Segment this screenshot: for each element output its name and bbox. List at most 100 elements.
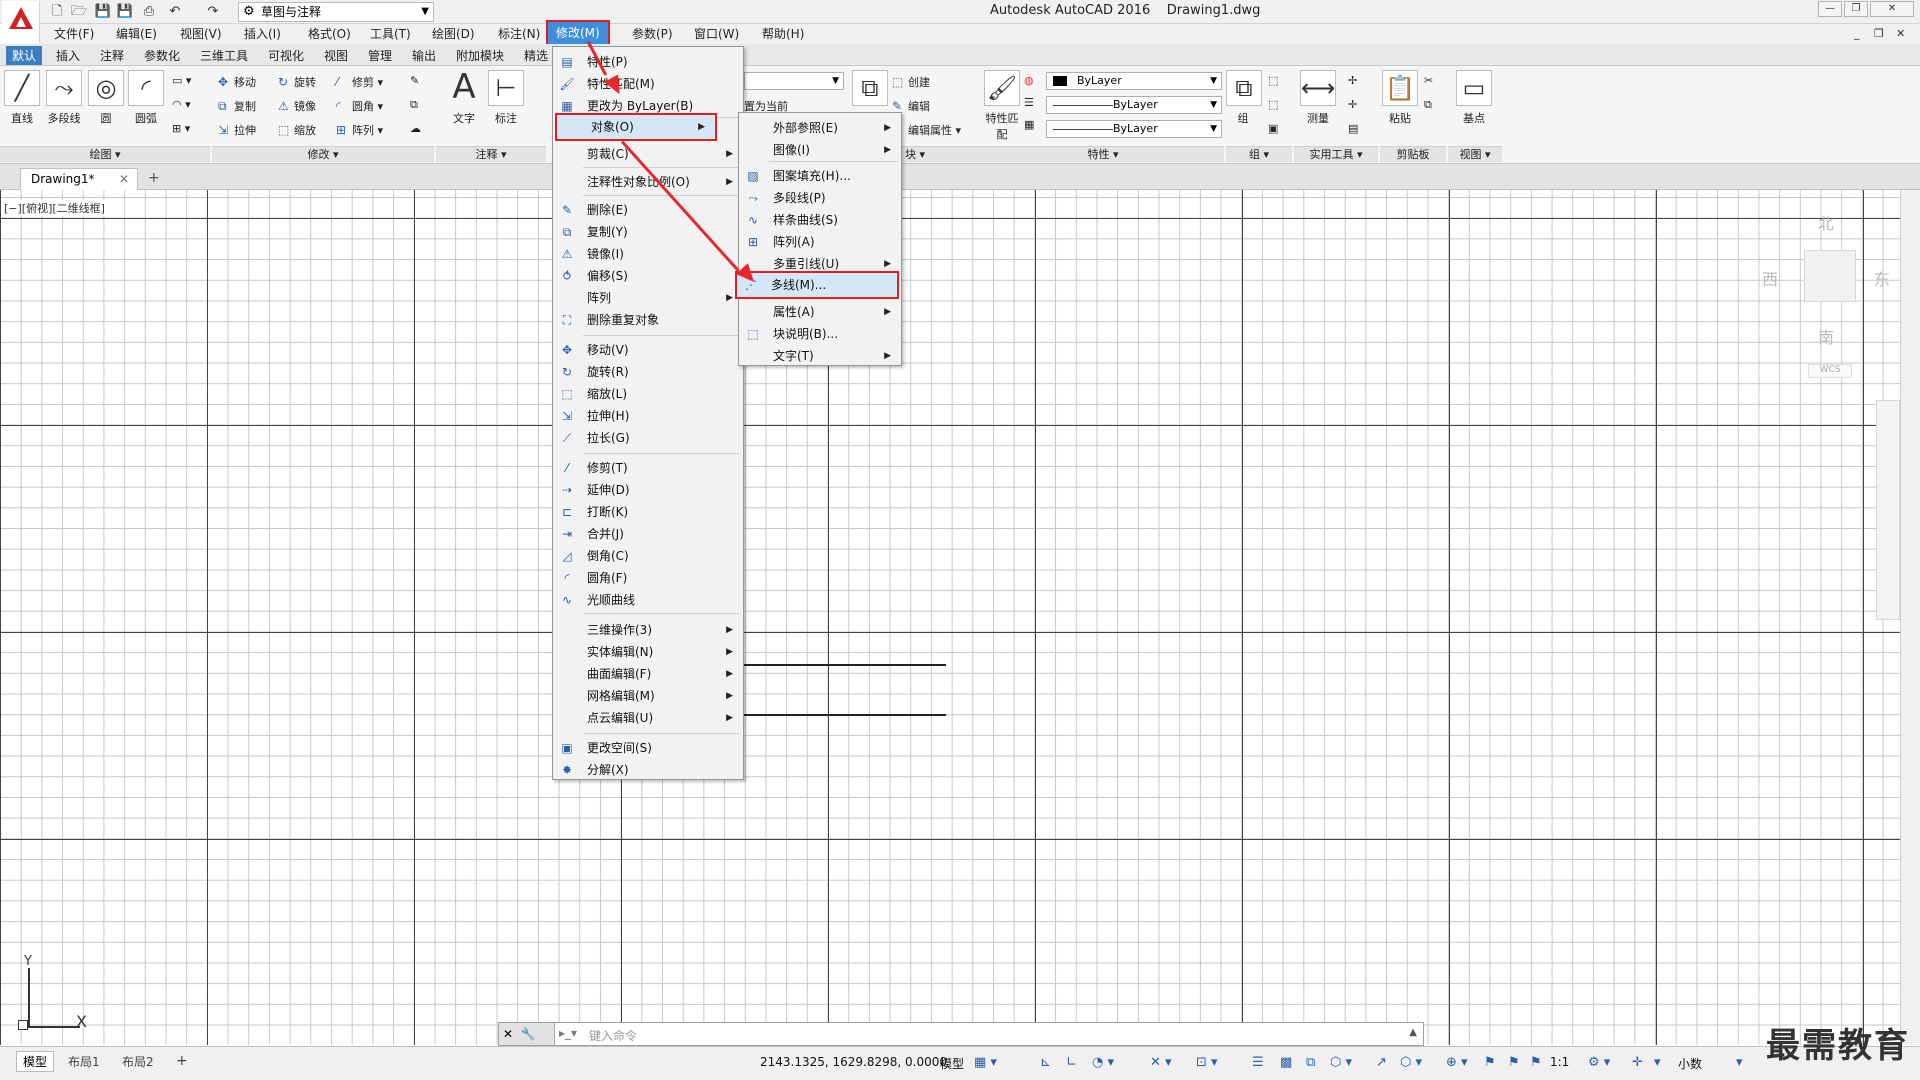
grid-icon[interactable]: ▦ ▾ — [974, 1055, 997, 1070]
polyline-button[interactable]: ⤳ 多段线 — [42, 70, 86, 126]
group-edit-icon[interactable]: ⬚ — [1268, 98, 1278, 111]
menu-help[interactable]: 帮助(H) — [762, 24, 804, 44]
osnap-icon[interactable]: ✕ ▾ — [1150, 1055, 1172, 1070]
object-menu-item[interactable]: 文字(T) ▶ — [739, 345, 901, 367]
paste-button[interactable]: 📋 粘贴 — [1380, 70, 1420, 126]
properties-panel-label[interactable]: 特性 ▾ — [982, 146, 1224, 162]
linetype-icon[interactable]: ☰ — [1024, 96, 1034, 109]
menu-format[interactable]: 格式(O) — [308, 24, 351, 44]
tab-default[interactable]: 默认 — [6, 46, 43, 65]
object-menu-item[interactable]: ⬚ 块说明(B)... — [739, 323, 901, 345]
annotation-visibility-icon[interactable]: ⚑ — [1484, 1055, 1496, 1070]
object-menu-item[interactable]: 属性(A) ▶ — [739, 301, 901, 323]
trim-button[interactable]: ⁄ 修剪 ▾ — [336, 74, 383, 90]
view-panel-label[interactable]: 视图 ▾ — [1448, 146, 1502, 162]
modify-menu-item[interactable]: ⊏ 打断(K) — [553, 501, 743, 523]
calculator-icon[interactable]: ▤ — [1348, 122, 1358, 135]
explode-small-icon[interactable]: ☁ — [410, 122, 421, 135]
menu-dimension[interactable]: 标注(N) — [498, 24, 540, 44]
lineweight-toggle-icon[interactable]: ☰ — [1252, 1055, 1264, 1070]
viewcube[interactable] — [1804, 250, 1856, 302]
modify-menu-item[interactable]: ⇢ 延伸(D) — [553, 479, 743, 501]
modify-menu-item[interactable]: ▤ 特性(P) — [553, 51, 743, 73]
doc-minimize-icon[interactable]: _ — [1854, 27, 1860, 40]
draw-panel-label[interactable]: 绘图 ▾ — [0, 146, 210, 162]
group-select-icon[interactable]: ▣ — [1268, 122, 1278, 135]
tab-3d-tools[interactable]: 三维工具 — [200, 47, 248, 64]
menu-modify[interactable]: 修改(M) — [546, 20, 610, 46]
object-menu-item[interactable]: ⊞ 阵列(A) — [739, 231, 901, 253]
tab-visualize[interactable]: 可视化 — [268, 47, 304, 64]
stretch-button[interactable]: ⇲ 拉伸 — [218, 122, 256, 138]
viewport-controls[interactable]: [−][俯视][二维线框] — [4, 200, 105, 216]
units-menu-icon[interactable]: ▾ — [1654, 1055, 1661, 1070]
modify-menu-item[interactable]: 对象(O) ▶ — [555, 113, 717, 141]
gizmo-icon[interactable]: ⊕ ▾ — [1446, 1055, 1468, 1070]
measure-button[interactable]: ⟷ 测量 — [1298, 70, 1338, 126]
modify-menu-item[interactable]: ⛶ 删除重复对象 — [553, 309, 743, 331]
object-menu-item[interactable]: 图像(I) ▶ — [739, 139, 901, 161]
modify-menu-item[interactable]: ∿ 光顺曲线 — [553, 589, 743, 611]
annotation-monitor-icon[interactable]: ✛ — [1632, 1055, 1643, 1070]
quick-properties-icon[interactable]: ▾ — [1736, 1055, 1743, 1070]
snap-icon[interactable]: ⊾ — [1040, 1055, 1051, 1070]
app-menu-button[interactable] — [2, 1, 40, 43]
point-icon[interactable]: ✢ — [1348, 74, 1357, 87]
insert-block-button[interactable]: ⧉ — [850, 70, 890, 110]
dynamic-ucs-icon[interactable]: ↗ — [1376, 1055, 1387, 1070]
model-space-toggle[interactable]: 模型 — [940, 1055, 964, 1072]
tab-parametric[interactable]: 参数化 — [144, 47, 180, 64]
auto-scale-icon[interactable]: ⚑ — [1508, 1055, 1520, 1070]
menu-file[interactable]: 文件(F) — [54, 24, 94, 44]
undo-icon[interactable]: ↶ — [166, 3, 184, 21]
ungroup-icon[interactable]: ⬚ — [1268, 74, 1278, 87]
block-create-button[interactable]: ⬚ 创建 — [892, 74, 930, 90]
lineweight-icon[interactable]: ▦ — [1024, 118, 1034, 131]
rotate-button[interactable]: ↻ 旋转 — [278, 74, 316, 90]
history-caret-icon[interactable]: ▲ — [1409, 1027, 1417, 1038]
copy-button[interactable]: ⧉ 复制 — [218, 98, 256, 114]
minimize-button[interactable]: — — [1818, 1, 1842, 17]
menu-parametric[interactable]: 参数(P) — [632, 24, 673, 44]
command-prompt-icon[interactable]: ▸_▾ — [559, 1026, 577, 1040]
close-command-icon[interactable]: ✕ — [503, 1027, 513, 1041]
tab-output[interactable]: 输出 — [412, 47, 436, 64]
navigation-bar[interactable] — [1876, 400, 1900, 620]
modify-menu-item[interactable]: 注释性对象比例(O) ▶ — [553, 171, 743, 193]
clipboard-panel-label[interactable]: 剪贴板 — [1380, 146, 1446, 162]
menu-tools[interactable]: 工具(T) — [370, 24, 411, 44]
drawing-canvas[interactable] — [0, 190, 1900, 1045]
menu-edit[interactable]: 编辑(E) — [116, 24, 157, 44]
layer-dropdown[interactable]: ▼ — [744, 72, 844, 90]
restore-button[interactable]: ❐ — [1844, 1, 1868, 17]
object-menu-item[interactable]: ▨ 图案填充(H)... — [739, 165, 901, 187]
add-layout-icon[interactable]: + — [176, 1053, 188, 1069]
modify-menu-item[interactable]: 实体编辑(N) ▶ — [553, 641, 743, 663]
ortho-icon[interactable]: ∟ — [1066, 1055, 1077, 1070]
cut-icon[interactable]: ✂ — [1424, 74, 1433, 87]
modify-menu-item[interactable]: ✥ 移动(V) — [553, 339, 743, 361]
array-button[interactable]: ⊞ 阵列 ▾ — [336, 122, 383, 138]
open-file-icon[interactable]: 🗁 — [70, 3, 88, 21]
circle-button[interactable]: ◎ 圆 — [86, 70, 126, 126]
hatch-small-icon[interactable]: ◠ ▾ — [172, 98, 191, 111]
otrack-icon[interactable]: ⊡ ▾ — [1196, 1055, 1218, 1070]
coordinates-readout[interactable]: 2143.1325, 1629.8298, 0.0000 — [760, 1055, 947, 1069]
base-view-button[interactable]: ▭ 基点 — [1454, 70, 1494, 126]
3d-osnap-icon[interactable]: ⬡ ▾ — [1330, 1055, 1352, 1070]
new-tab-icon[interactable]: + — [148, 170, 160, 186]
object-menu-item[interactable]: ⋰ 多线(M)... — [735, 271, 899, 299]
annotation-scale[interactable]: 1:1 — [1550, 1055, 1569, 1069]
copy-clip-icon[interactable]: ⧉ — [1424, 98, 1432, 112]
modify-menu-item[interactable]: ⧉ 复制(Y) — [553, 221, 743, 243]
modify-menu-item[interactable]: 点云编辑(U) ▶ — [553, 707, 743, 729]
modify-menu-item[interactable]: ⬚ 缩放(L) — [553, 383, 743, 405]
fillet-button[interactable]: ◜ 圆角 ▾ — [336, 98, 383, 114]
modify-menu-item[interactable]: 网格编辑(M) ▶ — [553, 685, 743, 707]
modify-menu-item[interactable]: ⇲ 拉伸(H) — [553, 405, 743, 427]
object-menu-item[interactable]: 外部参照(E) ▶ — [739, 117, 901, 139]
modify-menu-item[interactable]: 三维操作(3) ▶ — [553, 619, 743, 641]
transparency-icon[interactable]: ▩ — [1280, 1055, 1292, 1070]
viewcube-west[interactable]: 西 — [1762, 266, 1778, 290]
modify-menu-item[interactable]: ⁄ 修剪(T) — [553, 457, 743, 479]
